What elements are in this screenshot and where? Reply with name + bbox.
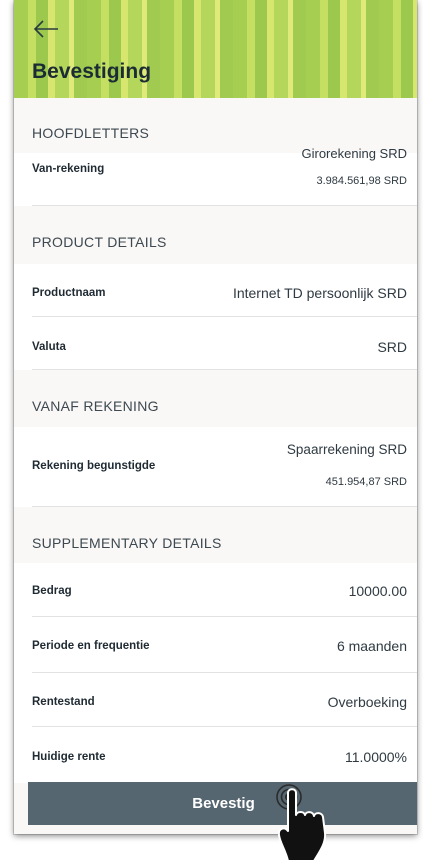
amount-value: 10000.00 xyxy=(348,583,407,599)
current-rate-value: 11.0000% xyxy=(344,749,407,765)
amount-label: Bedrag xyxy=(32,585,72,597)
divider xyxy=(32,369,417,370)
product-name-label: Productnaam xyxy=(32,287,106,299)
rate-label: Rentestand xyxy=(32,696,95,708)
currency-label: Valuta xyxy=(32,341,66,353)
beneficiary-balance: 451.954,87 SRD xyxy=(325,476,407,488)
divider xyxy=(32,316,417,317)
period-value: 6 maanden xyxy=(336,638,407,654)
app-screen: Bevestiging HOOFDLETTERS Girorekening SR… xyxy=(14,0,417,834)
arrow-left-icon[interactable] xyxy=(32,18,60,40)
beneficiary-label: Rekening begunstigde xyxy=(32,460,156,472)
divider xyxy=(32,726,417,727)
header-banner: Bevestiging xyxy=(14,0,417,98)
section-heading-main: HOOFDLETTERS xyxy=(32,125,150,141)
divider xyxy=(32,616,417,617)
from-account-row: Girorekening SRD Van-rekening 3.984.561,… xyxy=(14,146,417,206)
confirm-button-label: Bevestig xyxy=(192,795,255,812)
section-heading-from: VANAF REKENING xyxy=(32,398,159,414)
from-account-balance: 3.984.561,98 SRD xyxy=(316,175,407,187)
divider xyxy=(32,506,417,507)
product-name-value: Internet TD persoonlijk SRD xyxy=(232,285,407,301)
beneficiary-row: Spaarrekening SRD Rekening begunstigde 4… xyxy=(14,427,417,507)
product-details-group: Productnaam Internet TD persoonlijk SRD … xyxy=(14,264,417,370)
supplementary-details-group: Bedrag 10000.00 Periode en frequentie 6 … xyxy=(14,563,417,783)
divider xyxy=(32,205,417,206)
confirm-button[interactable]: Bevestig xyxy=(28,782,417,825)
hand-pointer-icon xyxy=(278,788,327,861)
section-heading-supplementary: SUPPLEMENTARY DETAILS xyxy=(32,535,222,551)
from-account-label: Van-rekening xyxy=(32,163,105,175)
period-label: Periode en frequentie xyxy=(32,640,150,652)
rate-value: Overboeking xyxy=(327,694,407,710)
beneficiary-name: Spaarrekening SRD xyxy=(286,442,407,457)
section-heading-product: PRODUCT DETAILS xyxy=(32,234,167,250)
divider xyxy=(32,672,417,673)
from-account-name: Girorekening SRD xyxy=(301,146,408,161)
page-title: Bevestiging xyxy=(32,60,152,83)
current-rate-label: Huidige rente xyxy=(32,751,106,763)
currency-value: SRD xyxy=(377,339,407,355)
